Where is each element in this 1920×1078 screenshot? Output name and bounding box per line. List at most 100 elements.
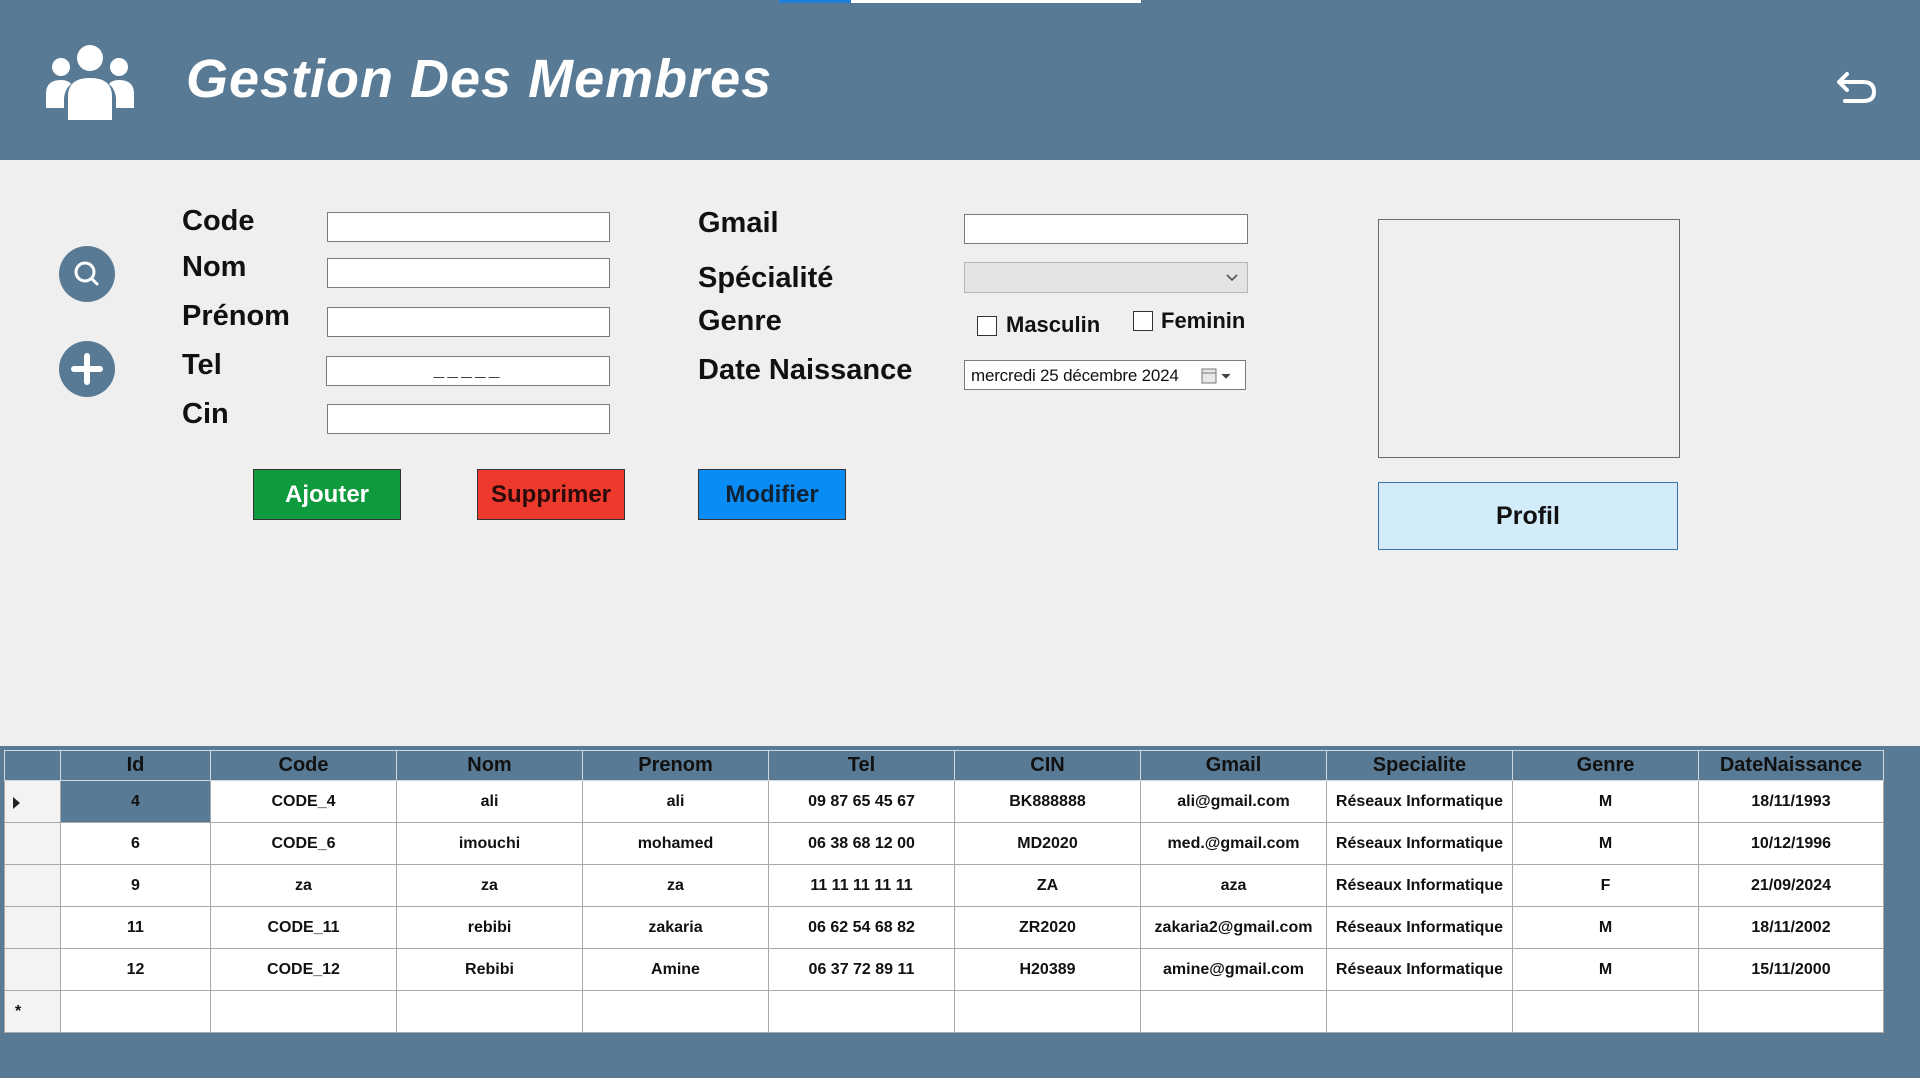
table-cell[interactable]: MD2020 xyxy=(954,822,1141,865)
table-cell[interactable]: 4 xyxy=(60,780,211,823)
table-cell[interactable]: za xyxy=(210,864,397,907)
prenom-field[interactable] xyxy=(327,307,610,337)
column-header-id[interactable]: Id xyxy=(60,750,211,781)
table-cell[interactable]: ali@gmail.com xyxy=(1140,780,1327,823)
table-cell[interactable]: Réseaux Informatique xyxy=(1326,948,1513,991)
table-cell[interactable]: 06 37 72 89 11 xyxy=(768,948,955,991)
table-cell[interactable] xyxy=(210,990,397,1033)
table-cell[interactable]: ZR2020 xyxy=(954,906,1141,949)
table-cell[interactable]: Rebibi xyxy=(396,948,583,991)
table-cell[interactable]: za xyxy=(396,864,583,907)
row-selector[interactable] xyxy=(4,948,61,991)
table-cell[interactable]: imouchi xyxy=(396,822,583,865)
table-cell[interactable]: Amine xyxy=(582,948,769,991)
column-header-genre[interactable]: Genre xyxy=(1512,750,1699,781)
row-header-corner[interactable] xyxy=(4,750,61,781)
table-cell[interactable]: 15/11/2000 xyxy=(1698,948,1884,991)
gmail-field[interactable] xyxy=(964,214,1248,244)
table-cell[interactable] xyxy=(1698,990,1884,1033)
table-row[interactable]: 12 CODE_12 Rebibi Amine 06 37 72 89 11 H… xyxy=(4,948,1884,991)
table-cell[interactable]: ali xyxy=(396,780,583,823)
table-cell[interactable]: M xyxy=(1512,906,1699,949)
column-header-nom[interactable]: Nom xyxy=(396,750,583,781)
table-cell[interactable]: 09 87 65 45 67 xyxy=(768,780,955,823)
specialite-dropdown[interactable] xyxy=(964,262,1248,293)
table-cell[interactable]: ZA xyxy=(954,864,1141,907)
table-cell[interactable]: 06 62 54 68 82 xyxy=(768,906,955,949)
row-selector[interactable] xyxy=(4,906,61,949)
table-cell[interactable]: H20389 xyxy=(954,948,1141,991)
tel-masked-field[interactable]: _____ xyxy=(326,356,610,386)
table-cell[interactable]: BK888888 xyxy=(954,780,1141,823)
table-cell[interactable] xyxy=(396,990,583,1033)
table-cell[interactable]: rebibi xyxy=(396,906,583,949)
table-cell[interactable]: 9 xyxy=(60,864,211,907)
row-selector[interactable] xyxy=(4,822,61,865)
column-header-gmail[interactable]: Gmail xyxy=(1140,750,1327,781)
table-cell[interactable]: 21/09/2024 xyxy=(1698,864,1884,907)
table-cell[interactable]: zakaria2@gmail.com xyxy=(1140,906,1327,949)
supprimer-button[interactable]: Supprimer xyxy=(477,469,625,520)
column-header-code[interactable]: Code xyxy=(210,750,397,781)
table-cell[interactable]: Réseaux Informatique xyxy=(1326,906,1513,949)
table-cell[interactable]: CODE_12 xyxy=(210,948,397,991)
members-table[interactable]: Id Code Nom Prenom Tel CIN Gmail Special… xyxy=(4,750,1884,1033)
table-cell[interactable] xyxy=(60,990,211,1033)
table-cell[interactable]: F xyxy=(1512,864,1699,907)
search-button[interactable] xyxy=(59,246,115,302)
date-naissance-picker[interactable]: mercredi 25 décembre 2024 xyxy=(964,360,1246,390)
column-header-specialite[interactable]: Specialite xyxy=(1326,750,1513,781)
table-cell[interactable]: 11 xyxy=(60,906,211,949)
profil-button[interactable]: Profil xyxy=(1378,482,1678,550)
table-cell[interactable]: 11 11 11 11 11 xyxy=(768,864,955,907)
modifier-button[interactable]: Modifier xyxy=(698,469,846,520)
table-cell[interactable] xyxy=(1326,990,1513,1033)
table-cell[interactable]: ali xyxy=(582,780,769,823)
table-cell[interactable]: 10/12/1996 xyxy=(1698,822,1884,865)
row-selector[interactable] xyxy=(4,864,61,907)
column-header-datenaissance[interactable]: DateNaissance xyxy=(1698,750,1884,781)
table-cell[interactable]: Réseaux Informatique xyxy=(1326,864,1513,907)
table-cell[interactable]: CODE_11 xyxy=(210,906,397,949)
add-member-button[interactable] xyxy=(59,341,115,397)
table-row[interactable]: 4 CODE_4 ali ali 09 87 65 45 67 BK888888… xyxy=(4,780,1884,823)
code-field[interactable] xyxy=(327,212,610,242)
table-cell[interactable] xyxy=(954,990,1141,1033)
row-selector[interactable]: * xyxy=(4,990,61,1033)
table-cell[interactable]: mohamed xyxy=(582,822,769,865)
nom-field[interactable] xyxy=(327,258,610,288)
table-cell[interactable]: CODE_4 xyxy=(210,780,397,823)
table-row[interactable]: 9 za za za 11 11 11 11 11 ZA aza Réseaux… xyxy=(4,864,1884,907)
table-cell[interactable]: Réseaux Informatique xyxy=(1326,822,1513,865)
table-cell[interactable]: Réseaux Informatique xyxy=(1326,780,1513,823)
new-row[interactable]: * xyxy=(4,990,1884,1033)
table-cell[interactable]: 6 xyxy=(60,822,211,865)
column-header-cin[interactable]: CIN xyxy=(954,750,1141,781)
calendar-dropdown-icon[interactable] xyxy=(1201,367,1235,385)
table-cell[interactable] xyxy=(768,990,955,1033)
table-cell[interactable]: amine@gmail.com xyxy=(1140,948,1327,991)
feminin-checkbox[interactable] xyxy=(1133,311,1153,331)
table-cell[interactable] xyxy=(582,990,769,1033)
table-cell[interactable]: 12 xyxy=(60,948,211,991)
row-selector[interactable] xyxy=(4,780,61,823)
table-cell[interactable]: zakaria xyxy=(582,906,769,949)
table-cell[interactable]: med.@gmail.com xyxy=(1140,822,1327,865)
table-cell[interactable]: M xyxy=(1512,822,1699,865)
table-cell[interactable] xyxy=(1140,990,1327,1033)
column-header-tel[interactable]: Tel xyxy=(768,750,955,781)
table-cell[interactable]: 18/11/2002 xyxy=(1698,906,1884,949)
table-cell[interactable]: 18/11/1993 xyxy=(1698,780,1884,823)
undo-arrow-icon[interactable] xyxy=(1835,62,1879,106)
table-cell[interactable]: aza xyxy=(1140,864,1327,907)
table-row[interactable]: 6 CODE_6 imouchi mohamed 06 38 68 12 00 … xyxy=(4,822,1884,865)
table-cell[interactable]: CODE_6 xyxy=(210,822,397,865)
table-cell[interactable]: M xyxy=(1512,780,1699,823)
table-cell[interactable] xyxy=(1512,990,1699,1033)
column-header-prenom[interactable]: Prenom xyxy=(582,750,769,781)
table-cell[interactable]: M xyxy=(1512,948,1699,991)
masculin-checkbox[interactable] xyxy=(977,316,997,336)
cin-field[interactable] xyxy=(327,404,610,434)
table-cell[interactable]: 06 38 68 12 00 xyxy=(768,822,955,865)
ajouter-button[interactable]: Ajouter xyxy=(253,469,401,520)
